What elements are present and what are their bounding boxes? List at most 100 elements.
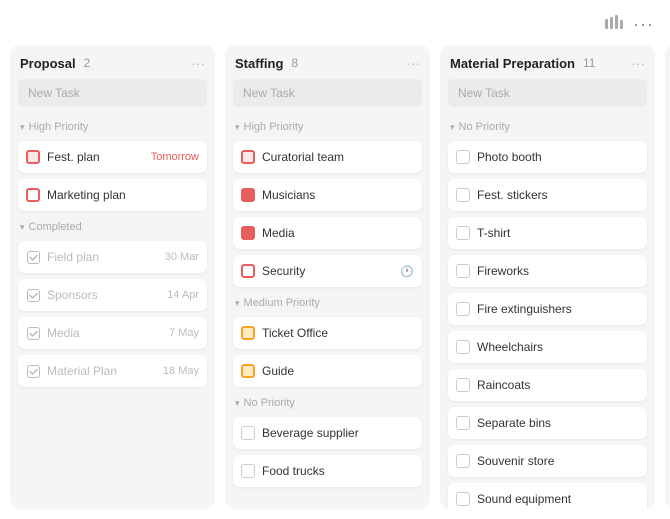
high-priority-icon [241,150,255,164]
task-name-fest-stickers: Fest. stickers [477,188,548,202]
chart-icon[interactable] [605,15,623,34]
board: Proposal2··· New Task ▾ High Priority Fest. … [0,45,670,519]
task-card-sound-equipment[interactable]: Sound equipment [448,483,647,509]
task-left-material-plan: Material Plan [26,364,117,378]
task-card-curatorial-team[interactable]: Curatorial team [233,141,422,173]
task-card-sponsors[interactable]: Sponsors 14 Apr [18,279,207,311]
task-name-sound-equipment: Sound equipment [477,492,571,506]
section-label-medium-priority: ▾Medium Priority [233,297,422,309]
column-header-material-preparation: Material Preparation 11 ··· [448,55,647,71]
completed-icon [26,326,40,340]
more-options-icon[interactable]: ··· [633,14,654,35]
medium-priority-icon [241,364,255,378]
task-date-sponsors: 14 Apr [167,289,199,301]
section-title: No Priority [459,121,510,133]
task-left-sponsors: Sponsors [26,288,98,302]
chevron-icon: ▾ [235,122,240,133]
column-count-material-preparation: 11 [583,56,595,70]
chevron-icon: ▾ [20,222,25,233]
task-left-field-plan: Field plan [26,250,99,264]
task-name-guide: Guide [262,364,294,378]
task-left-ticket-office: Ticket Office [241,326,328,340]
no-priority-icon [456,378,470,392]
column-menu-material-preparation[interactable]: ··· [631,55,645,71]
task-right-security: 🕐 [400,265,414,278]
task-name-photo-booth: Photo booth [477,150,542,164]
no-priority-icon [456,226,470,240]
task-right-material-plan: 18 May [163,365,199,377]
high-priority-filled-icon [241,188,255,202]
section-label-no-priority: ▾ No Priority [448,121,647,133]
no-priority-icon [456,150,470,164]
task-card-separate-bins[interactable]: Separate bins [448,407,647,439]
new-task-button-staffing[interactable]: New Task [233,79,422,107]
app-container: ··· Proposal2··· New Task ▾ High Priority Fe… [0,0,670,519]
task-left-curatorial-team: Curatorial team [241,150,344,164]
new-task-button-proposal[interactable]: New Task [18,79,207,107]
task-left-musicians: Musicians [241,188,315,202]
task-card-marketing-plan[interactable]: Marketing plan [18,179,207,211]
task-date-field-plan: 30 Mar [165,251,199,263]
section-title: No Priority [244,397,295,409]
column-header-proposal: Proposal2··· [18,55,207,71]
task-name-media-staff: Media [262,226,295,240]
no-priority-icon [456,302,470,316]
task-card-t-shirt[interactable]: T-shirt [448,217,647,249]
task-card-beverage-supplier[interactable]: Beverage supplier [233,417,422,449]
task-left-separate-bins: Separate bins [456,416,551,430]
task-card-material-plan[interactable]: Material Plan 18 May [18,355,207,387]
chevron-icon: ▾ [235,398,240,409]
task-left-photo-booth: Photo booth [456,150,542,164]
high-priority-filled2-icon [241,226,255,240]
column-title-staffing: Staffing [235,56,283,71]
section-title: High Priority [29,121,89,133]
task-card-musicians[interactable]: Musicians [233,179,422,211]
task-card-food-trucks[interactable]: Food trucks [233,455,422,487]
task-card-raincoats[interactable]: Raincoats [448,369,647,401]
completed-icon [26,364,40,378]
task-name-ticket-office: Ticket Office [262,326,328,340]
chevron-icon: ▾ [20,122,25,133]
clock-icon: 🕐 [400,265,414,278]
task-name-field-plan: Field plan [47,250,99,264]
task-name-raincoats: Raincoats [477,378,530,392]
task-card-ticket-office[interactable]: Ticket Office [233,317,422,349]
task-name-fireworks: Fireworks [477,264,529,278]
section-label-high-priority: ▾ High Priority [18,121,207,133]
new-task-button-material-preparation[interactable]: New Task [448,79,647,107]
task-left-raincoats: Raincoats [456,378,530,392]
task-name-fest-plan: Fest. plan [47,150,100,164]
task-card-fest-plan[interactable]: Fest. plan Tomorrow [18,141,207,173]
section-label-no-priority: ▾ No Priority [233,397,422,409]
column-menu-proposal[interactable]: ··· [191,55,205,71]
section-title: High Priority [244,121,304,133]
completed-icon [26,250,40,264]
task-left-fest-plan: Fest. plan [26,150,100,164]
task-card-security[interactable]: Security🕐 [233,255,422,287]
high-priority-light-icon [26,188,40,202]
column-menu-staffing[interactable]: ··· [406,55,420,71]
task-card-field-plan[interactable]: Field plan 30 Mar [18,241,207,273]
task-card-media[interactable]: Media7 May [18,317,207,349]
task-left-fire-extinguishers: Fire extinguishers [456,302,572,316]
task-card-guide[interactable]: Guide [233,355,422,387]
task-card-media-staff[interactable]: Media [233,217,422,249]
task-card-fest-stickers[interactable]: Fest. stickers [448,179,647,211]
no-priority-icon [456,188,470,202]
task-name-souvenir-store: Souvenir store [477,454,554,468]
task-card-fire-extinguishers[interactable]: Fire extinguishers [448,293,647,325]
column-title-material-preparation: Material Preparation [450,56,575,71]
chevron-icon: ▾ [450,122,455,133]
task-card-souvenir-store[interactable]: Souvenir store [448,445,647,477]
no-priority-icon [456,340,470,354]
column-title-proposal: Proposal [20,56,76,71]
task-card-photo-booth[interactable]: Photo booth [448,141,647,173]
high-priority-icon [26,150,40,164]
task-left-beverage-supplier: Beverage supplier [241,426,359,440]
task-date-fest-plan: Tomorrow [151,151,199,163]
task-card-fireworks[interactable]: Fireworks [448,255,647,287]
task-card-wheelchairs[interactable]: Wheelchairs [448,331,647,363]
completed-icon [26,288,40,302]
task-name-wheelchairs: Wheelchairs [477,340,543,354]
column-proposal: Proposal2··· New Task ▾ High Priority Fest. … [10,45,215,509]
